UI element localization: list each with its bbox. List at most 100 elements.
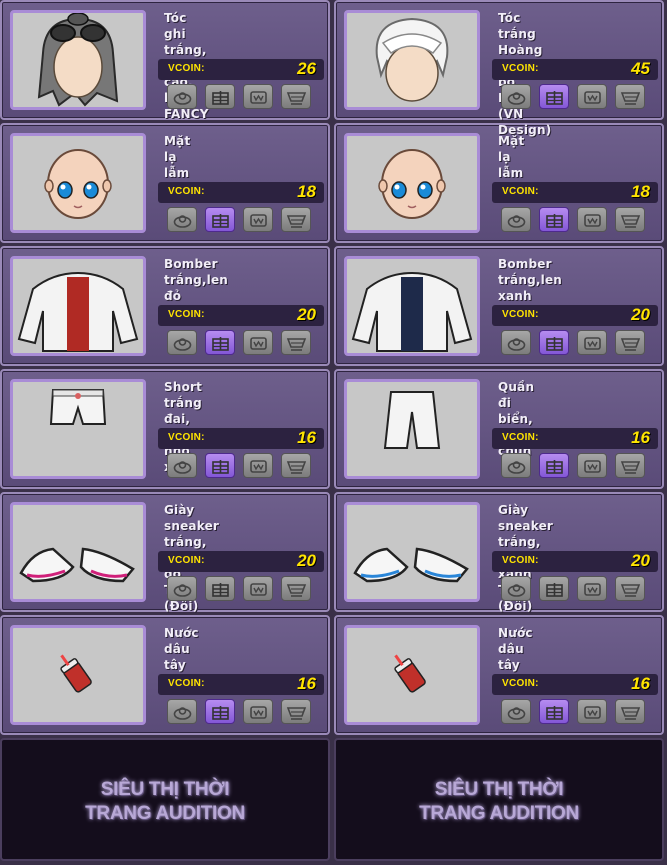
- shop-item-card[interactable]: Nước dâu tây VCOIN: 16: [0, 615, 330, 735]
- try-button[interactable]: [167, 576, 197, 601]
- gift-box-icon: [212, 583, 229, 597]
- shopping-cart-icon: [286, 584, 307, 597]
- wish-button[interactable]: [243, 699, 273, 724]
- try-button[interactable]: [167, 207, 197, 232]
- shop-item-card[interactable]: Mặt lạ lẫm VCOIN: 18: [334, 123, 664, 243]
- item-price: 26: [297, 59, 316, 78]
- gift-button[interactable]: [539, 699, 569, 724]
- gift-button[interactable]: [539, 330, 569, 355]
- item-action-buttons: [167, 576, 327, 604]
- try-button[interactable]: [501, 84, 531, 109]
- try-button[interactable]: [501, 330, 531, 355]
- shop-banner: SIÊU THỊ THỜI TRANG AUDITION: [0, 738, 330, 861]
- gift-button[interactable]: [205, 576, 235, 601]
- cart-button[interactable]: [615, 576, 645, 601]
- try-button[interactable]: [501, 576, 531, 601]
- wish-button[interactable]: [577, 453, 607, 478]
- item-thumbnail[interactable]: [344, 502, 480, 602]
- wishlist-icon: [584, 583, 601, 596]
- shop-item-card[interactable]: Giày sneaker trắng, viền xanh Tươi (Đôi)…: [334, 492, 664, 613]
- try-button[interactable]: [167, 330, 197, 355]
- wish-button[interactable]: [577, 699, 607, 724]
- item-thumbnail[interactable]: [10, 502, 146, 602]
- shop-item-card[interactable]: Giày sneaker trắng, viền đỏ Tươi (Đôi)VC…: [0, 492, 330, 613]
- gift-button[interactable]: [205, 699, 235, 724]
- wish-button[interactable]: [577, 84, 607, 109]
- cart-button[interactable]: [281, 576, 311, 601]
- wish-button[interactable]: [577, 576, 607, 601]
- item-name: Nước dâu tây: [498, 626, 533, 672]
- item-thumbnail[interactable]: [344, 256, 480, 356]
- cart-button[interactable]: [281, 207, 311, 232]
- shop-item-card[interactable]: Tóc ghi trắng, buộc cao, kính FANCYVCOIN…: [0, 0, 330, 121]
- price-bar: VCOIN: 20: [158, 305, 324, 326]
- item-thumbnail[interactable]: [344, 133, 480, 233]
- item-thumbnail[interactable]: [10, 256, 146, 356]
- wish-button[interactable]: [243, 330, 273, 355]
- shop-item-card[interactable]: Bomber trắng,len đỏ (Đôi)VCOIN:20: [0, 246, 330, 366]
- shop-item-card[interactable]: Tóc trắng Hoàng Tử bộ Elsa (VN Design)VC…: [334, 0, 664, 137]
- try-button[interactable]: [501, 207, 531, 232]
- cart-button[interactable]: [615, 207, 645, 232]
- gift-button[interactable]: [539, 453, 569, 478]
- long-shorts-image: [383, 391, 441, 449]
- cart-button[interactable]: [281, 330, 311, 355]
- wish-button[interactable]: [577, 330, 607, 355]
- cart-button[interactable]: [281, 453, 311, 478]
- try-button[interactable]: [167, 453, 197, 478]
- wishlist-icon: [584, 91, 601, 104]
- item-action-buttons: [167, 84, 327, 112]
- wish-button[interactable]: [243, 576, 273, 601]
- shop-item-grid: Tóc ghi trắng, buộc cao, kính FANCYVCOIN…: [0, 0, 667, 865]
- fitting-icon: [173, 92, 192, 105]
- vcoin-label: VCOIN:: [502, 678, 539, 689]
- shop-item-card[interactable]: Short trắng đai, nơ nhỏ xinhVCOIN:16: [0, 369, 330, 489]
- gift-button[interactable]: [205, 330, 235, 355]
- cart-button[interactable]: [615, 330, 645, 355]
- shopping-cart-icon: [286, 92, 307, 105]
- price-bar: VCOIN: 16: [492, 674, 658, 695]
- item-thumbnail[interactable]: [344, 625, 480, 725]
- try-button[interactable]: [167, 84, 197, 109]
- shopping-cart-icon: [620, 92, 641, 105]
- shop-item-card[interactable]: Bomber trắng,len xanh (Đôi)VCOIN:20: [334, 246, 664, 366]
- wish-button[interactable]: [577, 207, 607, 232]
- item-thumbnail[interactable]: [10, 10, 146, 110]
- jacket-navy-image: [351, 271, 473, 352]
- item-thumbnail[interactable]: [10, 133, 146, 233]
- gift-button[interactable]: [539, 84, 569, 109]
- shopping-cart-icon: [620, 461, 641, 474]
- cart-button[interactable]: [281, 699, 311, 724]
- item-action-buttons: [167, 330, 327, 358]
- try-button[interactable]: [501, 453, 531, 478]
- try-button[interactable]: [167, 699, 197, 724]
- shop-item-card[interactable]: Nước dâu tây VCOIN: 16: [334, 615, 664, 735]
- wish-button[interactable]: [243, 207, 273, 232]
- cart-button[interactable]: [615, 84, 645, 109]
- wish-button[interactable]: [243, 453, 273, 478]
- vcoin-label: VCOIN:: [168, 555, 205, 566]
- shop-item-card[interactable]: Mặt lạ lẫm VCOIN: 18: [0, 123, 330, 243]
- gift-button[interactable]: [539, 576, 569, 601]
- cart-button[interactable]: [281, 84, 311, 109]
- gift-box-icon: [212, 214, 229, 228]
- wishlist-icon: [250, 337, 267, 350]
- cart-button[interactable]: [615, 453, 645, 478]
- shop-item-card[interactable]: Quần đi biển, quá chunVCOIN:16: [334, 369, 664, 489]
- cart-button[interactable]: [615, 699, 645, 724]
- item-thumbnail[interactable]: [10, 379, 146, 479]
- drink-image: [60, 654, 92, 693]
- item-price: 16: [297, 428, 316, 447]
- item-thumbnail[interactable]: [344, 379, 480, 479]
- price-bar: VCOIN: 45: [492, 59, 658, 80]
- gift-button[interactable]: [205, 207, 235, 232]
- item-thumbnail[interactable]: [344, 10, 480, 110]
- try-button[interactable]: [501, 699, 531, 724]
- wish-button[interactable]: [243, 84, 273, 109]
- banner-title: SIÊU THỊ THỜI TRANG AUDITION: [85, 779, 245, 824]
- gift-button[interactable]: [205, 453, 235, 478]
- gift-button[interactable]: [205, 84, 235, 109]
- item-thumbnail[interactable]: [10, 625, 146, 725]
- gift-button[interactable]: [539, 207, 569, 232]
- fitting-icon: [507, 92, 526, 105]
